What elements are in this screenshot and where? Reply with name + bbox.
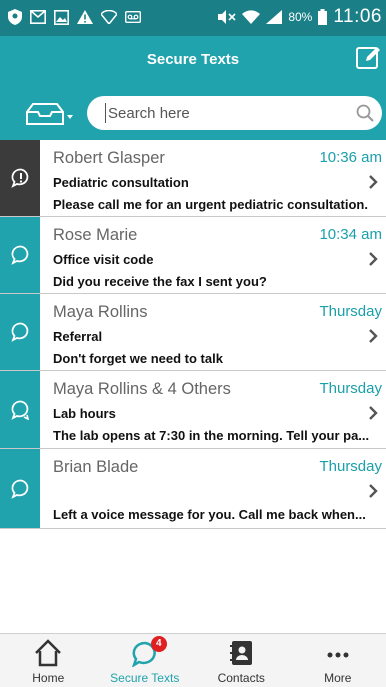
inbox-tray-icon: [26, 103, 73, 125]
message-row[interactable]: Robert Glasper 10:36 am Pediatric consul…: [0, 140, 386, 217]
message-preview: Left a voice message for you. Call me ba…: [53, 507, 366, 522]
chevron-right-icon: [369, 175, 378, 189]
message-subject: Pediatric consultation: [53, 175, 189, 190]
battery-percent: 80%: [288, 10, 313, 24]
chat-bubble-icon: [11, 479, 29, 499]
urgent-indicator: [0, 140, 40, 216]
battery-icon: [318, 9, 328, 25]
message-subject: Office visit code: [53, 252, 154, 267]
message-subject: Lab hours: [53, 406, 116, 421]
status-bar: 80% 11:06: [0, 0, 386, 36]
message-time: Thursday: [319, 303, 382, 320]
contacts-book-icon: [230, 641, 253, 665]
message-row[interactable]: Maya Rollins & 4 Others Thursday Lab hou…: [0, 371, 386, 449]
message-row[interactable]: Rose Marie 10:34 am Office visit code Di…: [0, 217, 386, 294]
chat-bubble-icon: [11, 322, 29, 342]
message-time: 10:36 am: [319, 149, 382, 166]
message-preview: Please call me for an urgent pediatric c…: [53, 197, 368, 212]
image-icon: [54, 9, 69, 25]
search-input[interactable]: [105, 103, 345, 123]
more-dots-icon: [327, 652, 349, 658]
message-sender: Brian Blade: [53, 458, 139, 476]
signal-icon: [266, 10, 283, 24]
message-preview: Don't forget we need to talk: [53, 351, 223, 366]
nav-secure-texts-label: Secure Texts: [110, 671, 180, 685]
inbox-filter-dropdown[interactable]: [25, 103, 75, 125]
compose-icon: [356, 47, 380, 69]
message-time: Thursday: [319, 380, 382, 397]
message-time: Thursday: [319, 458, 382, 475]
home-icon: [35, 639, 62, 667]
chevron-right-icon: [369, 484, 378, 498]
message-sender: Maya Rollins & 4 Others: [53, 380, 231, 398]
search-icon[interactable]: [356, 104, 374, 122]
shield-icon: [8, 9, 22, 25]
message-sender: Maya Rollins: [53, 303, 148, 321]
warning-icon: [77, 10, 93, 24]
chevron-right-icon: [369, 329, 378, 343]
gmail-icon: [30, 10, 46, 24]
wifi-icon: [242, 10, 261, 24]
wifi-question-icon: [101, 10, 117, 24]
clock: 11:06: [333, 6, 382, 27]
page-title: Secure Texts: [146, 51, 240, 68]
bottom-navigation: Home 4 Secure Texts Contacts More: [0, 633, 386, 687]
voicemail-icon: [125, 11, 141, 23]
message-subject: Referral: [53, 329, 103, 344]
search-field: [87, 96, 382, 130]
message-type-indicator: [0, 371, 40, 448]
message-sender: Rose Marie: [53, 226, 138, 244]
message-time: 10:34 am: [319, 226, 382, 243]
chevron-right-icon: [369, 406, 378, 420]
nav-contacts[interactable]: Contacts: [193, 634, 290, 687]
message-type-indicator: [0, 449, 40, 528]
compose-button[interactable]: [356, 45, 382, 71]
app-header: Secure Texts: [0, 36, 386, 86]
group-chat-icon: [11, 400, 30, 420]
nav-contacts-label: Contacts: [217, 671, 265, 685]
unread-count-badge: 4: [150, 636, 167, 652]
message-sender: Robert Glasper: [53, 149, 165, 167]
nav-more[interactable]: More: [290, 634, 386, 687]
nav-secure-texts[interactable]: 4 Secure Texts: [97, 634, 194, 687]
system-indicators: 80% 11:06: [218, 6, 382, 28]
message-type-indicator: [0, 217, 40, 293]
notification-icons: [8, 9, 141, 25]
urgent-chat-icon: [11, 168, 29, 188]
message-preview: The lab opens at 7:30 in the morning. Te…: [53, 428, 370, 443]
nav-more-label: More: [324, 671, 352, 685]
message-list: Robert Glasper 10:36 am Pediatric consul…: [0, 140, 386, 529]
message-preview: Did you receive the fax I sent you?: [53, 274, 267, 289]
chat-bubble-icon: [11, 245, 29, 265]
search-bar: [0, 86, 386, 140]
nav-home[interactable]: Home: [0, 634, 97, 687]
mute-icon: [218, 10, 236, 24]
nav-home-label: Home: [32, 671, 65, 685]
message-type-indicator: [0, 294, 40, 370]
message-row[interactable]: Brian Blade Thursday Left a voice messag…: [0, 449, 386, 529]
chevron-right-icon: [369, 252, 378, 266]
message-row[interactable]: Maya Rollins Thursday Referral Don't for…: [0, 294, 386, 371]
